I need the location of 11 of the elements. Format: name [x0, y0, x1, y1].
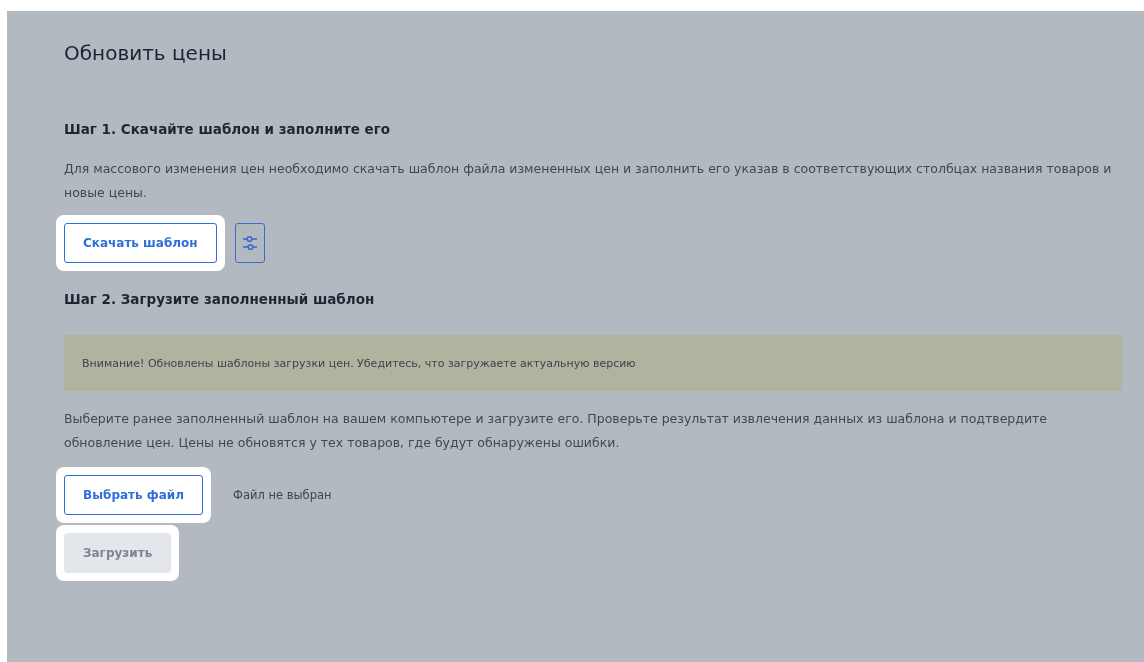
warning-notice: Внимание! Обновлены шаблоны загрузки цен. Убедитесь, что загружаете актуальную версию [64, 335, 1122, 391]
step-description: Для массового изменения цен необходимо скачать шаблон файла измененных цен и заполнить его указав в соответствующих столбцах названия товаров и новые цены. [64, 160, 1113, 202]
step-description: Выберите ранее заполненный шаблон на вашем компьютере и загрузите его. Проверьте результат извлечения данных из шаблона и подтвердите обновление цен. Цены не обновятся у тех товаров, где будут обнаружены ошибки. [64, 410, 1048, 452]
file-status: Файл не выбран [233, 488, 332, 502]
sliders-icon [240, 234, 259, 252]
settings-button[interactable] [234, 223, 265, 263]
choose-file-button[interactable]: Выбрать файл [64, 475, 203, 515]
step-heading: Шаг 1. Скачайте шаблон и заполните его [64, 121, 392, 137]
download-template-button[interactable]: Скачать шаблон [64, 223, 217, 263]
step-heading: Шаг 2. Загрузите заполненный шаблон [64, 291, 376, 307]
page-title: Обновить цены [64, 41, 228, 65]
